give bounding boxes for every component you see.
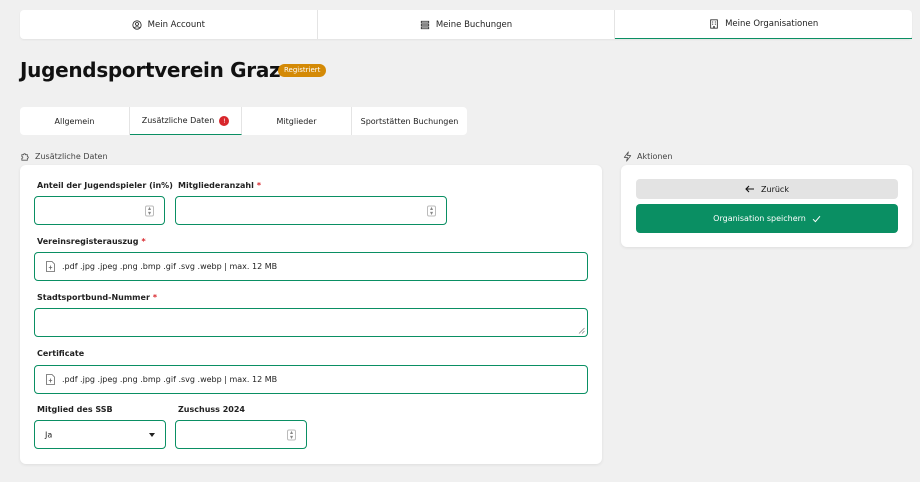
top-navigation: Mein Account Meine Buchungen Meine Organ… [20, 10, 913, 39]
sportbund-number-textarea[interactable] [34, 308, 588, 337]
number-stepper[interactable]: ▲ ▼ [287, 429, 296, 440]
tab-sportstaetten-buchungen[interactable]: Sportstätten Buchungen [352, 107, 467, 135]
tab-zusaetzliche-daten[interactable]: Zusätzliche Daten ! [130, 107, 242, 135]
status-badge: Registriert [278, 64, 327, 77]
nav-label: Meine Buchungen [435, 19, 513, 30]
field-label-certificate: Certificate [37, 349, 85, 358]
actions-section-header: Aktionen [622, 151, 672, 162]
number-stepper[interactable]: ▲ ▼ [145, 205, 154, 216]
check-icon [812, 215, 821, 222]
tab-label: Zusätzliche Daten [141, 116, 215, 125]
nav-label: Mein Account [147, 19, 205, 30]
button-label: Zurück [761, 184, 789, 194]
youth-share-input[interactable]: ▲ ▼ [34, 196, 165, 225]
field-label-grant-2024: Zuschuss 2024 [178, 405, 245, 414]
file-upload-icon [46, 261, 55, 272]
lightning-icon [623, 151, 632, 162]
resize-handle-icon[interactable] [578, 327, 585, 334]
field-label-register-extract: Vereinsregisterauszug * [37, 237, 146, 246]
caret-down-icon [149, 432, 155, 437]
list-icon [420, 20, 429, 29]
file-upload-icon [46, 374, 55, 385]
field-label-ssb-member: Mitglied des SSB [37, 405, 113, 414]
additional-data-card: Anteil der Jugendspieler (in%) ▲ ▼ Mitgli… [20, 165, 602, 464]
puzzle-icon [21, 153, 29, 161]
nav-meine-buchungen[interactable]: Meine Buchungen [318, 10, 616, 39]
member-count-input[interactable]: ▲ ▼ [175, 196, 447, 225]
tab-label: Allgemein [54, 116, 95, 126]
building-icon [710, 19, 718, 29]
form-section-header: Zusätzliche Daten [20, 151, 108, 162]
button-label: Organisation speichern [713, 214, 806, 223]
field-label-youth-share: Anteil der Jugendspieler (in%) [37, 181, 173, 190]
number-stepper[interactable]: ▲ ▼ [427, 205, 436, 216]
page-title: Jugendsportverein Graz [20, 58, 281, 82]
tab-mitglieder[interactable]: Mitglieder [242, 107, 352, 135]
nav-mein-account[interactable]: Mein Account [20, 10, 318, 39]
upload-hint: .pdf .jpg .jpeg .png .bmp .gif .svg .web… [62, 375, 278, 384]
upload-hint: .pdf .jpg .jpeg .png .bmp .gif .svg .web… [62, 262, 278, 271]
grant-2024-input[interactable]: ▲ ▼ [175, 420, 307, 449]
error-badge: ! [219, 115, 230, 126]
tab-label: Sportstätten Buchungen [360, 116, 459, 126]
user-circle-icon [132, 19, 142, 30]
tab-allgemein[interactable]: Allgemein [20, 107, 130, 135]
nav-meine-organisationen[interactable]: Meine Organisationen [615, 10, 913, 39]
certificate-upload[interactable]: .pdf .jpg .jpeg .png .bmp .gif .svg .web… [34, 365, 588, 394]
register-extract-upload[interactable]: .pdf .jpg .jpeg .png .bmp .gif .svg .web… [34, 252, 588, 281]
actions-card: Zurück Organisation speichern [621, 165, 912, 247]
field-label-sportbund-number: Stadtsportbund-Nummer * [37, 293, 158, 302]
select-value: Ja [45, 430, 53, 439]
tab-label: Mitglieder [276, 116, 317, 126]
save-organization-button[interactable]: Organisation speichern [636, 204, 898, 233]
arrow-left-icon [745, 185, 755, 193]
section-title: Aktionen [637, 152, 673, 161]
back-button[interactable]: Zurück [636, 179, 898, 199]
field-label-member-count: Mitgliederanzahl * [178, 181, 262, 190]
nav-label: Meine Organisationen [725, 19, 819, 29]
organization-tabs: Allgemein Zusätzliche Daten ! Mitglieder… [20, 107, 467, 135]
section-title: Zusätzliche Daten [35, 152, 108, 161]
ssb-member-select[interactable]: Ja [34, 420, 166, 449]
